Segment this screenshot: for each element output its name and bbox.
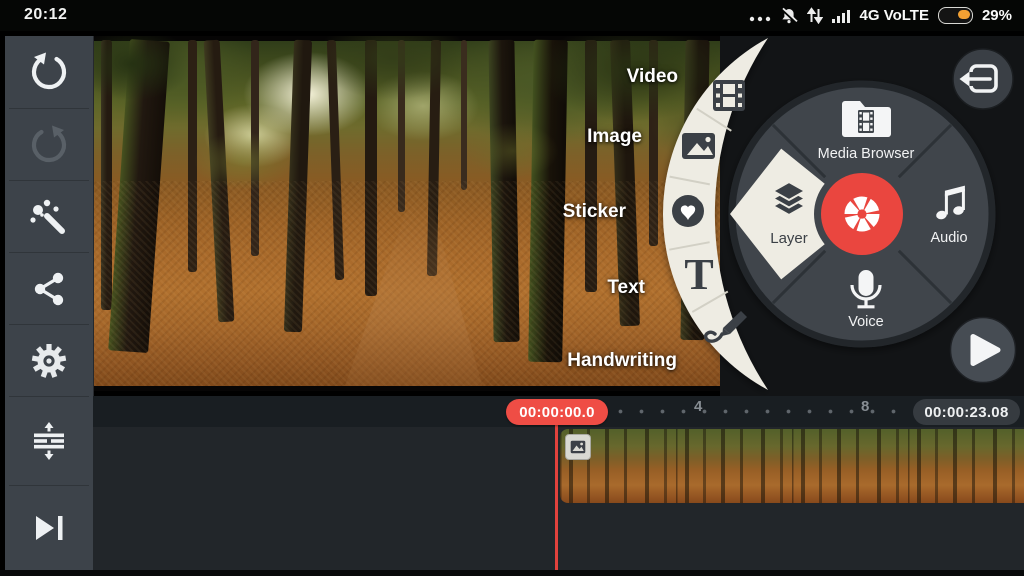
wheel-menu: Media Browser Layer [730, 84, 992, 344]
capture-button[interactable] [821, 173, 903, 255]
media-browser-label: Media Browser [818, 146, 915, 162]
kinemaster-editor: 20:12 4G VoLTE 29% [0, 0, 1024, 576]
voice-label: Voice [848, 314, 883, 330]
play-button[interactable] [951, 318, 1016, 383]
arc-item-video[interactable] [713, 80, 745, 111]
arc-item-image[interactable] [682, 133, 715, 159]
svg-text:T: T [684, 250, 713, 299]
exit-button[interactable] [953, 49, 1013, 109]
audio-label: Audio [930, 230, 967, 246]
layer-label: Layer [770, 230, 808, 247]
arc-item-text[interactable]: T [684, 250, 713, 299]
wheel-overlay: T [0, 0, 1024, 576]
